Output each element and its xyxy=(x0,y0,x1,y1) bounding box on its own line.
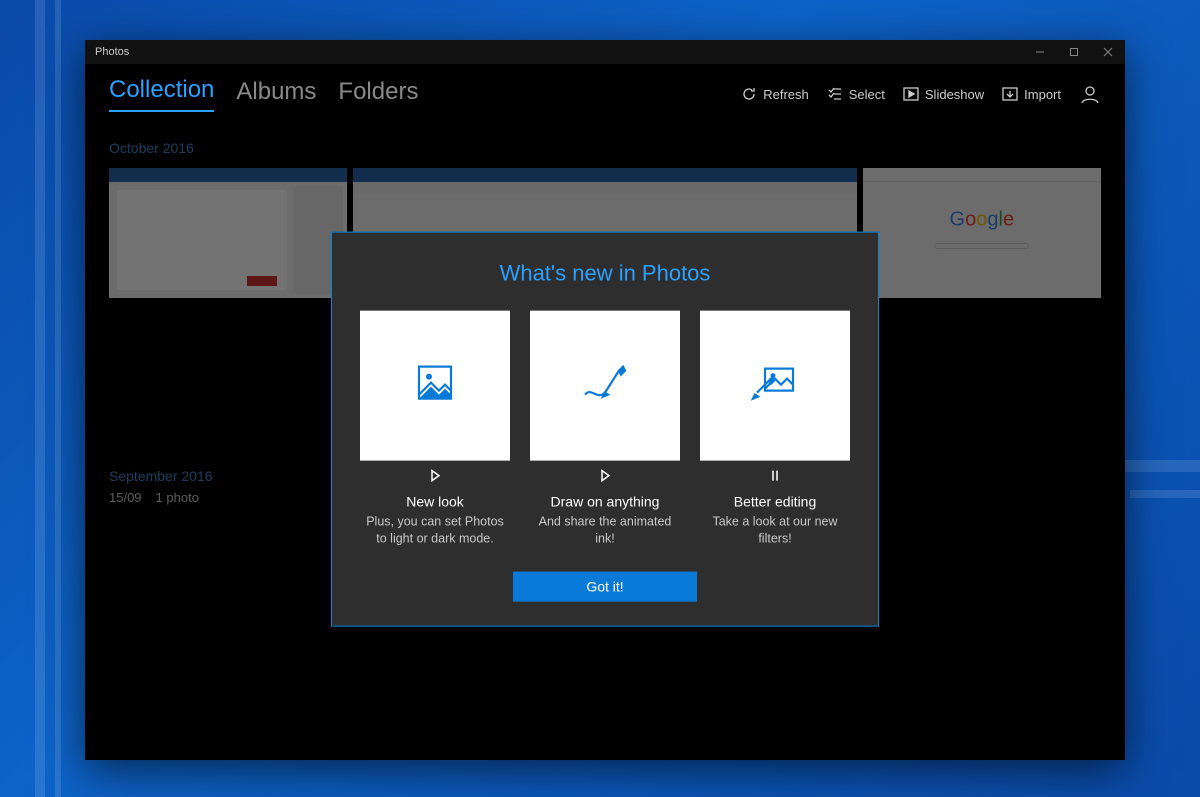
minimize-button[interactable] xyxy=(1023,40,1057,64)
feature-desc: And share the animated ink! xyxy=(530,513,680,547)
close-button[interactable] xyxy=(1091,40,1125,64)
refresh-icon xyxy=(741,86,757,102)
pause-icon xyxy=(768,469,782,486)
pen-icon xyxy=(581,361,629,410)
import-icon xyxy=(1002,86,1018,102)
select-icon xyxy=(827,86,843,102)
play-icon xyxy=(428,469,442,486)
window-title: Photos xyxy=(95,46,129,58)
appbar: Collection Albums Folders Refresh Select xyxy=(85,64,1125,124)
select-button[interactable]: Select xyxy=(827,86,885,102)
slideshow-label: Slideshow xyxy=(925,87,984,102)
whats-new-dialog: What's new in Photos xyxy=(331,231,879,626)
import-button[interactable]: Import xyxy=(1002,86,1061,102)
slideshow-button[interactable]: Slideshow xyxy=(903,86,984,102)
edit-image-icon xyxy=(751,361,799,410)
feature-card-draw: Draw on anything And share the animated … xyxy=(530,310,680,547)
feature-tile[interactable] xyxy=(360,310,510,460)
titlebar: Photos xyxy=(85,40,1125,64)
refresh-button[interactable]: Refresh xyxy=(741,86,809,102)
feature-tile[interactable] xyxy=(700,310,850,460)
maximize-button[interactable] xyxy=(1057,40,1091,64)
feature-tile[interactable] xyxy=(530,310,680,460)
refresh-label: Refresh xyxy=(763,87,809,102)
feature-card-new-look: New look Plus, you can set Photos to lig… xyxy=(360,310,510,547)
feature-card-editing: Better editing Take a look at our new fi… xyxy=(700,310,850,547)
tab-albums[interactable]: Albums xyxy=(236,78,316,112)
pause-button[interactable] xyxy=(700,468,850,487)
got-it-button[interactable]: Got it! xyxy=(513,571,697,601)
photos-window: Photos Collection Albums Folders R xyxy=(85,40,1125,760)
select-label: Select xyxy=(849,87,885,102)
tab-collection[interactable]: Collection xyxy=(109,76,214,112)
picture-icon xyxy=(413,361,457,410)
feature-title: Draw on anything xyxy=(530,493,680,509)
import-label: Import xyxy=(1024,87,1061,102)
play-button[interactable] xyxy=(360,468,510,487)
feature-desc: Plus, you can set Photos to light or dar… xyxy=(360,513,510,547)
slideshow-icon xyxy=(903,86,919,102)
feature-desc: Take a look at our new filters! xyxy=(700,513,850,547)
dialog-title: What's new in Photos xyxy=(352,260,858,286)
play-icon xyxy=(598,469,612,486)
play-button[interactable] xyxy=(530,468,680,487)
feature-title: Better editing xyxy=(700,493,850,509)
tab-folders[interactable]: Folders xyxy=(338,78,418,112)
account-button[interactable] xyxy=(1079,83,1101,105)
feature-title: New look xyxy=(360,493,510,509)
